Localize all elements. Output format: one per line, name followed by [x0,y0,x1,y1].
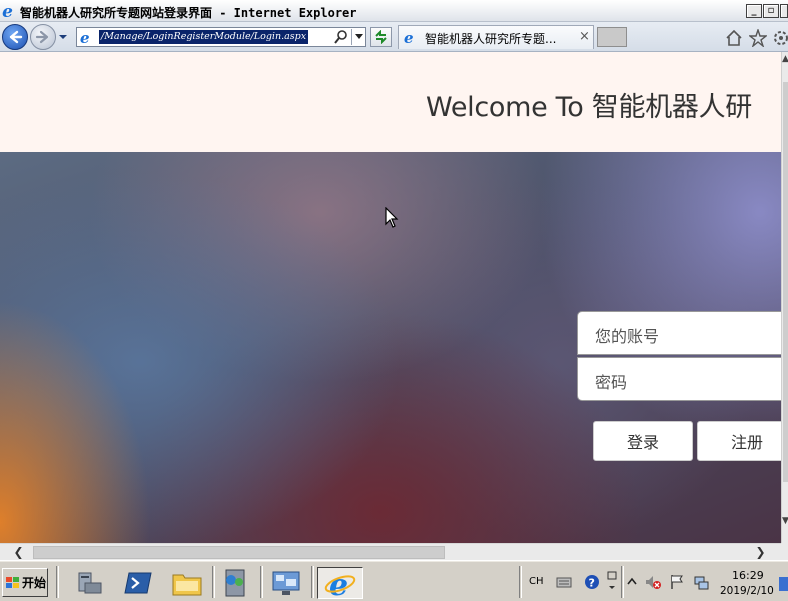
action-center-flag-icon[interactable] [669,574,685,590]
internet-explorer-icon: e [324,568,356,598]
language-indicator[interactable]: CH [529,576,544,587]
tab-title: 智能机器人研究所专题... [425,32,557,46]
forward-button[interactable] [30,24,56,50]
window-title: 智能机器人研究所专题网站登录界面 - Internet Explorer [20,6,357,20]
show-desktop-button[interactable] [779,577,788,591]
clock-date[interactable]: 2019/2/10 [720,585,774,597]
home-icon[interactable] [725,29,743,47]
back-button[interactable] [2,24,28,50]
register-button[interactable]: 注册 [697,421,781,461]
ie-logo-icon: e [2,2,13,19]
scrollbar-corner [781,543,788,560]
help-icon[interactable]: ? [584,574,600,590]
new-tab-button[interactable] [597,27,627,47]
start-button[interactable]: 开始 [2,568,48,597]
account-input[interactable]: 您的账号 [577,311,781,355]
url-text[interactable]: /Manage/LoginRegisterModule/Login.aspx [99,30,309,44]
taskbar-divider [56,566,59,598]
svg-text:e: e [80,29,90,45]
horizontal-scrollbar[interactable]: ❮ ❯ [0,543,781,560]
windows-flag-icon [6,576,19,588]
favorites-star-icon[interactable] [749,29,767,47]
iis-manager-icon [225,569,245,597]
password-input[interactable]: 密码 [577,357,781,401]
refresh-arrows-icon [375,30,387,44]
vertical-scroll-thumb[interactable] [783,82,788,482]
keyboard-icon[interactable] [556,574,572,590]
folder-icon [172,574,202,596]
taskbar-divider [519,566,522,598]
refresh-button[interactable] [370,27,392,47]
page-viewport: Welcome To 智能机器人研 您的账号 密码 登录 注册 [0,52,781,543]
taskbar-divider [260,566,263,598]
address-dropdown-button[interactable] [351,29,365,45]
server-manager-button[interactable] [68,567,108,599]
remote-desktop-button[interactable] [266,567,306,599]
address-bar[interactable]: e /Manage/LoginRegisterModule/Login.aspx [76,27,366,47]
close-button[interactable] [780,4,788,18]
taskbar-divider [212,566,215,598]
internet-explorer-taskbar-button[interactable]: e [317,567,363,599]
horizontal-scroll-thumb[interactable] [33,546,445,559]
chevron-down-icon [354,34,363,39]
navigation-bar: e /Manage/LoginRegisterModule/Login.aspx… [0,22,788,52]
powershell-icon [124,572,152,594]
taskbar-divider [621,566,624,598]
tab-close-button[interactable]: × [579,29,590,44]
vertical-scrollbar[interactable]: ▲ ▼ [781,52,788,543]
explorer-button[interactable] [167,567,207,599]
network-icon[interactable] [693,574,709,590]
tools-gear-icon[interactable] [772,29,788,47]
tab-active[interactable]: e 智能机器人研究所专题... × [398,25,594,49]
account-placeholder: 您的账号 [595,327,660,346]
svg-text:e: e [329,568,348,598]
mouse-cursor-icon [385,207,399,228]
taskbar-divider [311,566,314,598]
minimize-button[interactable]: _ [746,4,762,18]
remote-desktop-icon [272,571,300,595]
tab-ie-icon: e [404,29,414,45]
title-bar: e 智能机器人研究所专题网站登录界面 - Internet Explorer _… [0,0,788,22]
arrow-left-icon [9,30,23,44]
maximize-button[interactable]: ▫ [763,4,779,18]
page-header: Welcome To 智能机器人研 [0,52,781,152]
welcome-heading: Welcome To 智能机器人研 [426,92,752,123]
search-icon[interactable] [333,29,349,45]
history-dropdown-icon[interactable] [58,32,68,42]
ime-options-icon[interactable] [606,571,618,593]
scroll-up-arrow-icon[interactable]: ▲ [782,54,788,64]
iis-manager-button[interactable] [216,567,256,599]
start-label: 开始 [22,576,47,590]
login-button[interactable]: 登录 [593,421,693,461]
volume-muted-icon[interactable] [645,574,661,590]
scroll-down-arrow-icon[interactable]: ▼ [782,516,788,526]
server-manager-icon [78,572,102,594]
scroll-left-arrow-icon[interactable]: ❮ [10,544,27,561]
arrow-right-icon [35,30,49,44]
svg-text:e: e [2,2,13,19]
svg-text:e: e [404,29,414,45]
clock-time[interactable]: 16:29 [732,569,764,582]
password-placeholder: 密码 [595,373,628,392]
page-ie-icon: e [80,29,90,45]
svg-text:?: ? [589,577,595,590]
show-hidden-icons-icon[interactable] [627,574,637,590]
powershell-button[interactable] [118,567,158,599]
scroll-right-arrow-icon[interactable]: ❯ [752,544,769,561]
taskbar: 开始 e CH ? 16:29 2019/2/10 [0,560,788,601]
